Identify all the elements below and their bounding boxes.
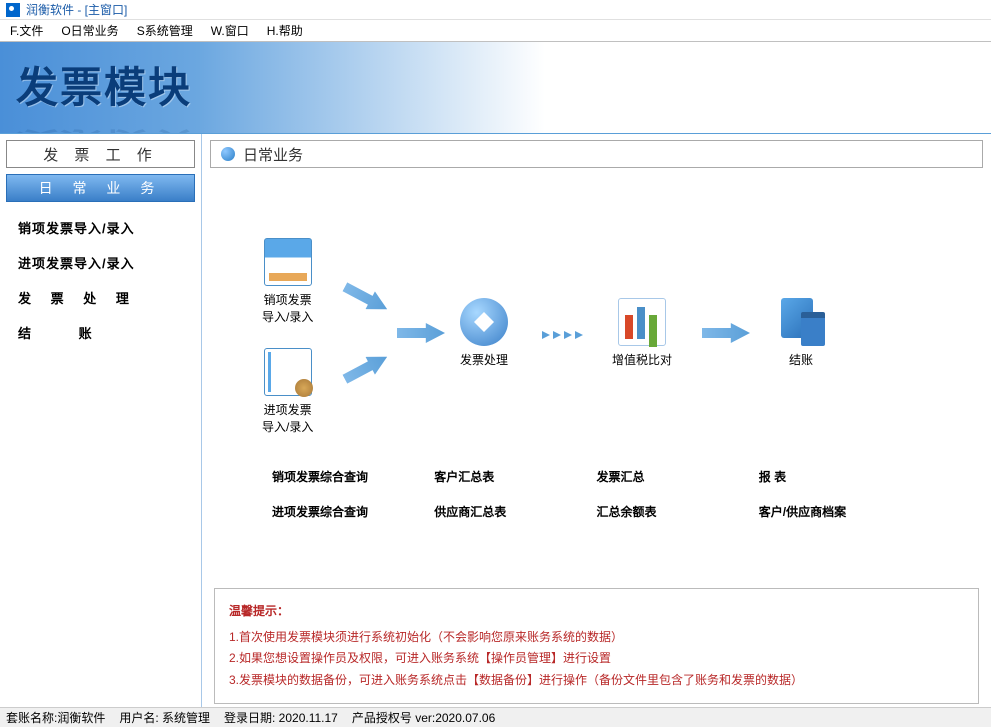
app-icon [6, 3, 20, 17]
wf-process[interactable]: 发票处理 [460, 298, 508, 369]
bottom-links: 销项发票综合查询 进项发票综合查询 客户汇总表 供应商汇总表 发票汇总 汇总余额… [242, 468, 951, 538]
status-license: 产品授权号 ver:2020.07.06 [352, 709, 495, 726]
menu-file[interactable]: F.文件 [10, 22, 43, 39]
status-login-date: 登录日期: 2020.11.17 [224, 709, 338, 726]
arrow-icon [397, 323, 445, 343]
banner-title: 发票模块 [0, 42, 991, 115]
wf-vat[interactable]: 增值税比对 [612, 298, 672, 369]
menubar: F.文件 O日常业务 S系统管理 W.窗口 H.帮助 [0, 20, 991, 42]
sidebar-link-purchase-import[interactable]: 进项发票导入/录入 [18, 253, 183, 272]
menu-system[interactable]: S系统管理 [137, 22, 193, 39]
status-user: 用户名: 系统管理 [119, 709, 210, 726]
process-icon [460, 298, 508, 346]
sidebar-header: 发 票 工 作 [6, 140, 195, 168]
sidebar-link-sales-import[interactable]: 销项发票导入/录入 [18, 218, 183, 237]
main-header-text: 日常业务 [243, 144, 303, 165]
workflow: 销项发票导入/录入 进项发票导入/录入 发票处理 增值税比对 结账 [202, 228, 991, 568]
main-panel: 日常业务 销项发票导入/录入 进项发票导入/录入 发票处理 增值税比对 [202, 134, 991, 707]
wf-vat-label: 增值税比对 [612, 352, 672, 369]
window-title: 润衡软件 - [主窗口] [26, 1, 127, 18]
banner: 发票模块 发票模块 [0, 42, 991, 134]
tips-line-3: 3.发票模块的数据备份，可进入账务系统点击【数据备份】进行操作（备份文件里包含了… [229, 670, 964, 692]
main-header: 日常业务 [210, 140, 983, 168]
tips-panel: 温馨提示： 1.首次使用发票模块须进行系统初始化（不会影响您原来账务系统的数据）… [214, 588, 979, 704]
titlebar: 润衡软件 - [主窗口] [0, 0, 991, 20]
wf-closing[interactable]: 结账 [777, 298, 825, 369]
sales-invoice-icon [264, 238, 312, 286]
wf-process-label: 发票处理 [460, 352, 508, 369]
banner-reflection: 发票模块 [16, 124, 192, 134]
purchase-invoice-icon [264, 348, 312, 396]
link-purchase-query[interactable]: 进项发票综合查询 [272, 503, 434, 520]
menu-window[interactable]: W.窗口 [211, 22, 249, 39]
link-reports[interactable]: 报 表 [759, 468, 921, 485]
wf-closing-label: 结账 [777, 352, 825, 369]
link-invoice-summary[interactable]: 发票汇总 [597, 468, 759, 485]
wf-purchase-import[interactable]: 进项发票导入/录入 [262, 348, 313, 436]
content: 发 票 工 作 日 常 业 务 销项发票导入/录入 进项发票导入/录入 发 票 … [0, 134, 991, 707]
link-customer-summary[interactable]: 客户汇总表 [434, 468, 596, 485]
sidebar-tab-daily[interactable]: 日 常 业 务 [6, 174, 195, 202]
sidebar-link-process[interactable]: 发 票 处 理 [18, 288, 183, 307]
menu-daily[interactable]: O日常业务 [61, 22, 118, 39]
closing-icon [777, 298, 825, 346]
vat-compare-icon [618, 298, 666, 346]
arrow-icon [340, 278, 392, 318]
link-supplier-summary[interactable]: 供应商汇总表 [434, 503, 596, 520]
statusbar: 套账名称:润衡软件 用户名: 系统管理 登录日期: 2020.11.17 产品授… [0, 707, 991, 727]
arrow-icon [340, 348, 392, 388]
tips-line-2: 2.如果您想设置操作员及权限，可进入账务系统【操作员管理】进行设置 [229, 648, 964, 670]
link-archives[interactable]: 客户/供应商档案 [759, 503, 921, 520]
wf-sales-label: 销项发票导入/录入 [262, 292, 313, 326]
sidebar: 发 票 工 作 日 常 业 务 销项发票导入/录入 进项发票导入/录入 发 票 … [0, 134, 202, 707]
bullet-icon [221, 147, 235, 161]
link-sales-query[interactable]: 销项发票综合查询 [272, 468, 434, 485]
status-account: 套账名称:润衡软件 [6, 709, 105, 726]
wf-sales-import[interactable]: 销项发票导入/录入 [262, 238, 313, 326]
tips-title: 温馨提示： [229, 601, 964, 623]
wf-purchase-label: 进项发票导入/录入 [262, 402, 313, 436]
menu-help[interactable]: H.帮助 [267, 22, 303, 39]
sidebar-link-closing[interactable]: 结 账 [18, 323, 183, 342]
link-balance-summary[interactable]: 汇总余额表 [597, 503, 759, 520]
tips-line-1: 1.首次使用发票模块须进行系统初始化（不会影响您原来账务系统的数据） [229, 627, 964, 649]
arrow-icon [702, 323, 750, 343]
sidebar-links: 销项发票导入/录入 进项发票导入/录入 发 票 处 理 结 账 [0, 208, 201, 368]
arrow-dotted-icon [542, 325, 590, 345]
